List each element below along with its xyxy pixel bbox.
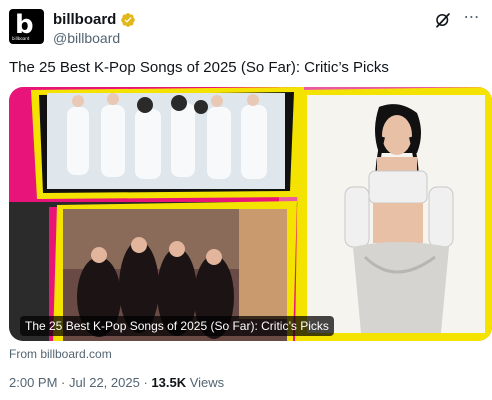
card-image	[9, 87, 492, 341]
verified-badge-icon[interactable]	[120, 12, 136, 28]
card-source-link[interactable]: From billboard.com	[9, 347, 112, 361]
account-handle[interactable]: @billboard	[53, 30, 120, 46]
views-label: Views	[186, 375, 225, 390]
account-name-row: billboard	[53, 11, 136, 28]
meta-separator: ·	[57, 375, 69, 390]
meta-separator: ·	[139, 375, 152, 390]
link-card[interactable]: The 25 Best K-Pop Songs of 2025 (So Far)…	[9, 87, 492, 341]
grok-icon[interactable]	[434, 11, 452, 29]
tweet-time[interactable]: 2:00 PM	[9, 375, 57, 390]
tweet-meta: 2:00 PM · Jul 22, 2025 · 13.5K Views	[9, 375, 224, 390]
account-name[interactable]: billboard	[53, 11, 116, 28]
tweet-header: b billboard billboard @billboard ⋯	[9, 9, 482, 49]
views-count: 13.5K	[151, 375, 187, 390]
more-options-icon[interactable]: ⋯	[462, 9, 482, 29]
card-caption: The 25 Best K-Pop Songs of 2025 (So Far)…	[20, 316, 334, 336]
avatar[interactable]: b billboard	[9, 9, 44, 44]
tweet-date[interactable]: Jul 22, 2025	[69, 375, 140, 390]
avatar-logo-wordmark: billboard	[12, 36, 30, 41]
tweet-text: The 25 Best K-Pop Songs of 2025 (So Far)…	[9, 59, 389, 76]
